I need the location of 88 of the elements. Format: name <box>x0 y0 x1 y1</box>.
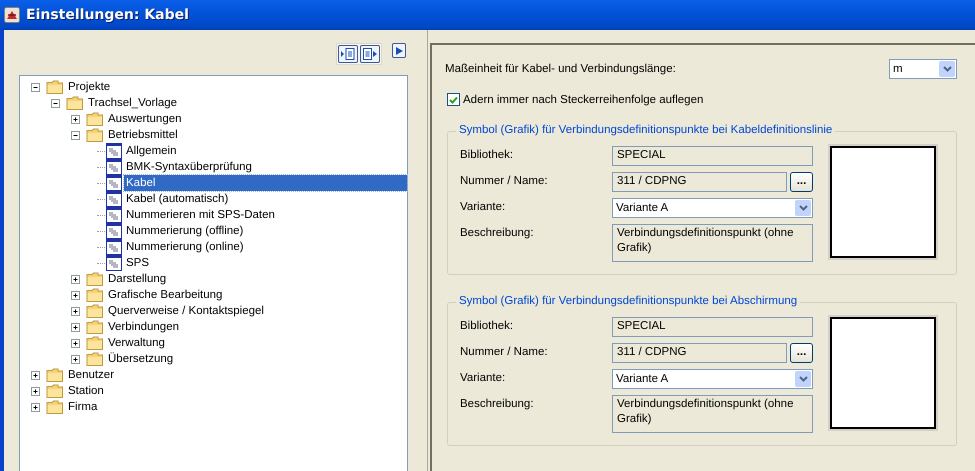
folder-icon <box>86 111 104 127</box>
check-icon <box>448 94 459 104</box>
expand-icon[interactable] <box>70 274 80 284</box>
expand-icon[interactable] <box>70 306 80 316</box>
readonly-field[interactable]: 311 / CDPNG <box>612 343 787 363</box>
page-icon <box>106 239 122 255</box>
readonly-field[interactable]: SPECIAL <box>612 317 813 337</box>
field-label: Nummer / Name: <box>460 345 549 360</box>
folder-icon <box>86 335 104 351</box>
tree-item[interactable]: Kabel <box>124 175 407 191</box>
field-label: Variante: <box>460 371 506 386</box>
expand-icon[interactable] <box>70 290 80 300</box>
folder-icon <box>86 287 104 303</box>
tree-item[interactable]: Übersetzung <box>106 351 176 367</box>
tree-item[interactable]: BMK-Syntaxüberprüfung <box>124 159 254 175</box>
description-field[interactable]: Verbindungsdefinitionspunkt (ohne Grafik) <box>612 224 813 262</box>
page-icon <box>106 207 122 223</box>
folder-icon <box>46 399 64 415</box>
field-label: Variante: <box>460 200 506 215</box>
field-label: Bibliothek: <box>460 319 514 334</box>
expand-icon[interactable] <box>70 114 80 124</box>
collapse-icon[interactable] <box>70 130 80 140</box>
expand-icon[interactable] <box>30 402 40 412</box>
browse-button[interactable]: ... <box>790 343 813 363</box>
expand-icon[interactable] <box>30 386 40 396</box>
group-title: Symbol (Grafik) für Verbindungsdefinitionspunkte bei Kabeldefinitionslinie <box>456 124 836 136</box>
tree-item[interactable]: Station <box>66 383 106 399</box>
variant-dropdown[interactable]: Variante A <box>612 369 813 389</box>
readonly-field[interactable]: SPECIAL <box>612 146 813 166</box>
play-button[interactable] <box>392 43 406 58</box>
page-icon <box>106 143 122 159</box>
tree-item[interactable]: Grafische Bearbeitung <box>106 287 224 303</box>
tree-item[interactable]: Betriebsmittel <box>106 127 180 143</box>
description-field[interactable]: Verbindungsdefinitionspunkt (ohne Grafik) <box>612 395 813 433</box>
field-label: Beschreibung: <box>460 226 535 241</box>
collapse-all-button[interactable] <box>360 45 380 63</box>
field-label: Nummer / Name: <box>460 174 549 189</box>
expand-icon[interactable] <box>70 354 80 364</box>
page-icon <box>106 255 122 271</box>
tree-item[interactable]: Nummerierung (online) <box>124 239 246 255</box>
folder-icon <box>66 95 84 111</box>
tree-item[interactable]: Projekte <box>66 79 112 95</box>
folder-icon <box>86 351 104 367</box>
folder-icon <box>46 79 64 95</box>
tree-item[interactable]: Verwaltung <box>106 335 167 351</box>
collapse-icon[interactable] <box>50 98 60 108</box>
tree-item[interactable]: Benutzer <box>66 367 116 383</box>
field-label: Beschreibung: <box>460 397 535 412</box>
browse-button[interactable]: ... <box>790 172 813 192</box>
checkbox-label: Adern immer nach Steckerreihenfolge auflegen <box>463 94 704 106</box>
tree-item[interactable]: Nummerieren mit SPS-Daten <box>124 207 277 223</box>
expand-icon <box>340 47 356 61</box>
collapse-icon <box>362 47 378 61</box>
folder-icon <box>86 127 104 143</box>
collapse-icon[interactable] <box>30 82 40 92</box>
tree-item[interactable]: Auswertungen <box>106 111 184 127</box>
tree-item[interactable]: SPS <box>124 255 152 271</box>
page-icon <box>106 159 122 175</box>
app-icon <box>4 7 20 23</box>
folder-icon <box>86 319 104 335</box>
readonly-field[interactable]: 311 / CDPNG <box>612 172 787 192</box>
checkbox[interactable] <box>447 93 460 106</box>
expand-icon[interactable] <box>70 322 80 332</box>
expand-icon[interactable] <box>70 338 80 348</box>
page-icon <box>106 175 122 191</box>
tree-item[interactable]: Darstellung <box>106 271 168 287</box>
expand-all-button[interactable] <box>338 45 358 63</box>
expand-icon[interactable] <box>30 370 40 380</box>
unit-label: Maßeinheit für Kabel- und Verbindungslänge: <box>445 62 676 75</box>
field-label: Bibliothek: <box>460 148 514 163</box>
unit-dropdown[interactable]: m <box>889 59 957 79</box>
variant-dropdown[interactable]: Variante A <box>612 198 813 218</box>
window-title: Einstellungen: Kabel <box>26 7 189 23</box>
tree-item[interactable]: Firma <box>66 399 100 415</box>
group-title: Symbol (Grafik) für Verbindungsdefinitionspunkte bei Abschirmung <box>456 295 800 307</box>
tree-item[interactable]: Verbindungen <box>106 319 181 335</box>
tree-item[interactable]: Nummerierung (offline) <box>124 223 246 239</box>
tree-item[interactable]: Kabel (automatisch) <box>124 191 230 207</box>
tree-item[interactable]: Trachsel_Vorlage <box>86 95 180 111</box>
folder-icon <box>46 367 64 383</box>
page-icon <box>106 191 122 207</box>
folder-icon <box>86 303 104 319</box>
tree-item[interactable]: Allgemein <box>124 143 178 159</box>
tree-item[interactable]: Querverweise / Kontaktspiegel <box>106 303 266 319</box>
folder-icon <box>46 383 64 399</box>
play-icon <box>394 46 404 56</box>
folder-icon <box>86 271 104 287</box>
page-icon <box>106 223 122 239</box>
